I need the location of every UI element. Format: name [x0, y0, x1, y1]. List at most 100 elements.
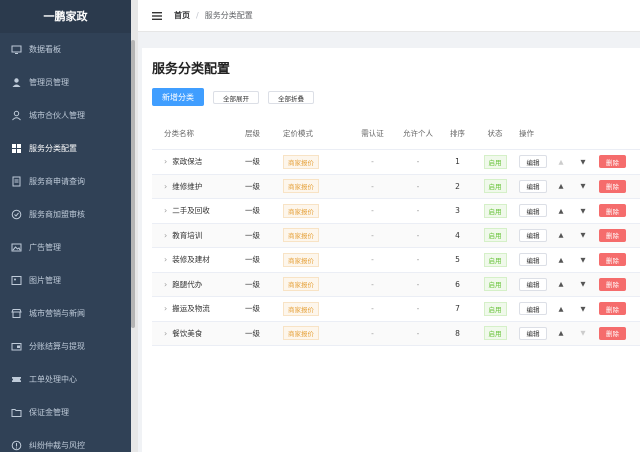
sidebar-item[interactable]: 服务商加盟审核: [0, 198, 131, 231]
sidebar-item[interactable]: 图片管理: [0, 264, 131, 297]
expand-chevron-icon[interactable]: ›: [164, 231, 167, 240]
sidebar-item[interactable]: 城市营销与新闻: [0, 297, 131, 330]
move-down-icon[interactable]: ▼: [575, 182, 591, 190]
wallet-icon: [11, 343, 22, 351]
table-row: › 跑腿代办 一级 商家报价 - - 6 启用 编辑 ▲ ▼ 删除: [152, 272, 640, 297]
cell-level: 一级: [245, 304, 260, 314]
cell-mode: 商家报价: [283, 252, 349, 267]
sidebar-item-label: 分账结算与提现: [29, 342, 85, 351]
edit-button[interactable]: 编辑: [519, 253, 547, 267]
breadcrumb-home[interactable]: 首页: [174, 10, 190, 21]
expand-all-button[interactable]: 全部展开: [213, 91, 259, 104]
expand-chevron-icon[interactable]: ›: [164, 157, 167, 166]
move-down-icon[interactable]: ▼: [575, 231, 591, 239]
delete-button[interactable]: 删除: [599, 155, 626, 169]
edit-button[interactable]: 编辑: [519, 326, 547, 340]
cell-auth: -: [371, 230, 374, 240]
delete-button[interactable]: 删除: [599, 179, 626, 193]
page-title: 服务分类配置: [152, 62, 231, 77]
move-down-icon[interactable]: ▼: [575, 280, 591, 288]
status-badge: 启用: [483, 179, 507, 194]
hamburger-icon[interactable]: [152, 11, 162, 20]
edit-button[interactable]: 编辑: [519, 302, 547, 316]
sidebar-item-label: 服务商加盟审核: [29, 210, 85, 219]
category-name: 餐饮美食: [172, 328, 203, 338]
sidebar-item-label: 城市合伙人管理: [29, 111, 85, 120]
cell-ops: 编辑 ▲ ▼ 删除: [515, 302, 640, 316]
cell-level: 一级: [245, 328, 260, 338]
sidebar-item[interactable]: 工单处理中心: [0, 363, 131, 396]
table-header: 分类名称 层级 定价模式 需认证 允许个人 排序 状态 操作: [152, 118, 640, 150]
info-icon: [11, 440, 22, 451]
expand-chevron-icon[interactable]: ›: [164, 206, 167, 215]
sidebar-item[interactable]: 分账结算与提现: [0, 330, 131, 363]
move-up-icon[interactable]: ▲: [553, 305, 569, 313]
cell-mode: 商家报价: [283, 203, 349, 218]
cell-name: › 维修维护: [152, 181, 245, 192]
move-up-icon[interactable]: ▲: [553, 256, 569, 264]
sidebar-item[interactable]: 服务商申请查询: [0, 165, 131, 198]
sidebar-item-label: 城市营销与新闻: [29, 309, 85, 318]
header-auth: 需认证: [361, 129, 384, 138]
cell-level: 一级: [245, 255, 260, 265]
add-category-button[interactable]: 新增分类: [152, 88, 204, 106]
cell-auth: -: [371, 181, 374, 191]
edit-button[interactable]: 编辑: [519, 179, 547, 193]
expand-chevron-icon[interactable]: ›: [164, 182, 167, 191]
header-personal: 允许个人: [403, 129, 433, 138]
cell-auth: -: [371, 255, 374, 265]
expand-chevron-icon[interactable]: ›: [164, 255, 167, 264]
sidebar-item[interactable]: 管理员管理: [0, 66, 131, 99]
sidebar-item[interactable]: 广告管理: [0, 231, 131, 264]
sidebar-item-label: 纠纷仲裁与风控: [29, 441, 85, 450]
edit-button[interactable]: 编辑: [519, 204, 547, 218]
sidebar-scrollbar[interactable]: [131, 40, 135, 328]
breadcrumb-separator: /: [196, 11, 199, 20]
move-up-icon[interactable]: ▲: [553, 182, 569, 190]
move-down-icon[interactable]: ▼: [575, 158, 591, 166]
edit-button[interactable]: 编辑: [519, 277, 547, 291]
sidebar-item[interactable]: 纠纷仲裁与风控: [0, 429, 131, 452]
delete-button[interactable]: 删除: [599, 277, 626, 291]
collapse-all-button[interactable]: 全部折叠: [268, 91, 314, 104]
cell-status: 启用: [475, 203, 515, 218]
sidebar-item[interactable]: 城市合伙人管理: [0, 99, 131, 132]
move-up-icon[interactable]: ▲: [553, 158, 569, 166]
status-badge: 启用: [483, 154, 507, 169]
move-up-icon[interactable]: ▲: [553, 207, 569, 215]
expand-chevron-icon[interactable]: ›: [164, 304, 167, 313]
sidebar-item[interactable]: 数据看板: [0, 33, 131, 66]
expand-chevron-icon[interactable]: ›: [164, 329, 167, 338]
cell-name: › 二手及回收: [152, 205, 245, 216]
top-header: 首页 / 服务分类配置: [138, 0, 640, 32]
cell-order: 7: [455, 304, 460, 314]
sidebar-item[interactable]: 保证金管理: [0, 396, 131, 429]
move-up-icon[interactable]: ▲: [553, 329, 569, 337]
move-down-icon[interactable]: ▼: [575, 207, 591, 215]
delete-button[interactable]: 删除: [599, 228, 626, 242]
pricing-mode-tag: 商家报价: [283, 179, 319, 194]
pricing-mode-tag: 商家报价: [283, 252, 319, 267]
move-up-icon[interactable]: ▲: [553, 280, 569, 288]
edit-button[interactable]: 编辑: [519, 228, 547, 242]
sidebar-item[interactable]: 服务分类配置: [0, 132, 131, 165]
cell-order: 3: [455, 206, 460, 216]
expand-chevron-icon[interactable]: ›: [164, 280, 167, 289]
edit-button[interactable]: 编辑: [519, 155, 547, 169]
delete-button[interactable]: 删除: [599, 204, 626, 218]
image-icon: [11, 243, 22, 252]
move-down-icon[interactable]: ▼: [575, 305, 591, 313]
move-up-icon[interactable]: ▲: [553, 231, 569, 239]
cell-auth: -: [371, 157, 374, 167]
status-badge: 启用: [483, 228, 507, 243]
move-down-icon[interactable]: ▼: [575, 329, 591, 337]
delete-button[interactable]: 删除: [599, 326, 626, 340]
cell-ops: 编辑 ▲ ▼ 删除: [515, 277, 640, 291]
move-down-icon[interactable]: ▼: [575, 256, 591, 264]
cell-ops: 编辑 ▲ ▼ 删除: [515, 253, 640, 267]
status-badge: 启用: [483, 326, 507, 341]
delete-button[interactable]: 删除: [599, 302, 626, 316]
delete-button[interactable]: 删除: [599, 253, 626, 267]
table-row: › 二手及回收 一级 商家报价 - - 3 启用 编辑 ▲ ▼ 删除: [152, 199, 640, 224]
cell-personal: -: [416, 181, 420, 191]
